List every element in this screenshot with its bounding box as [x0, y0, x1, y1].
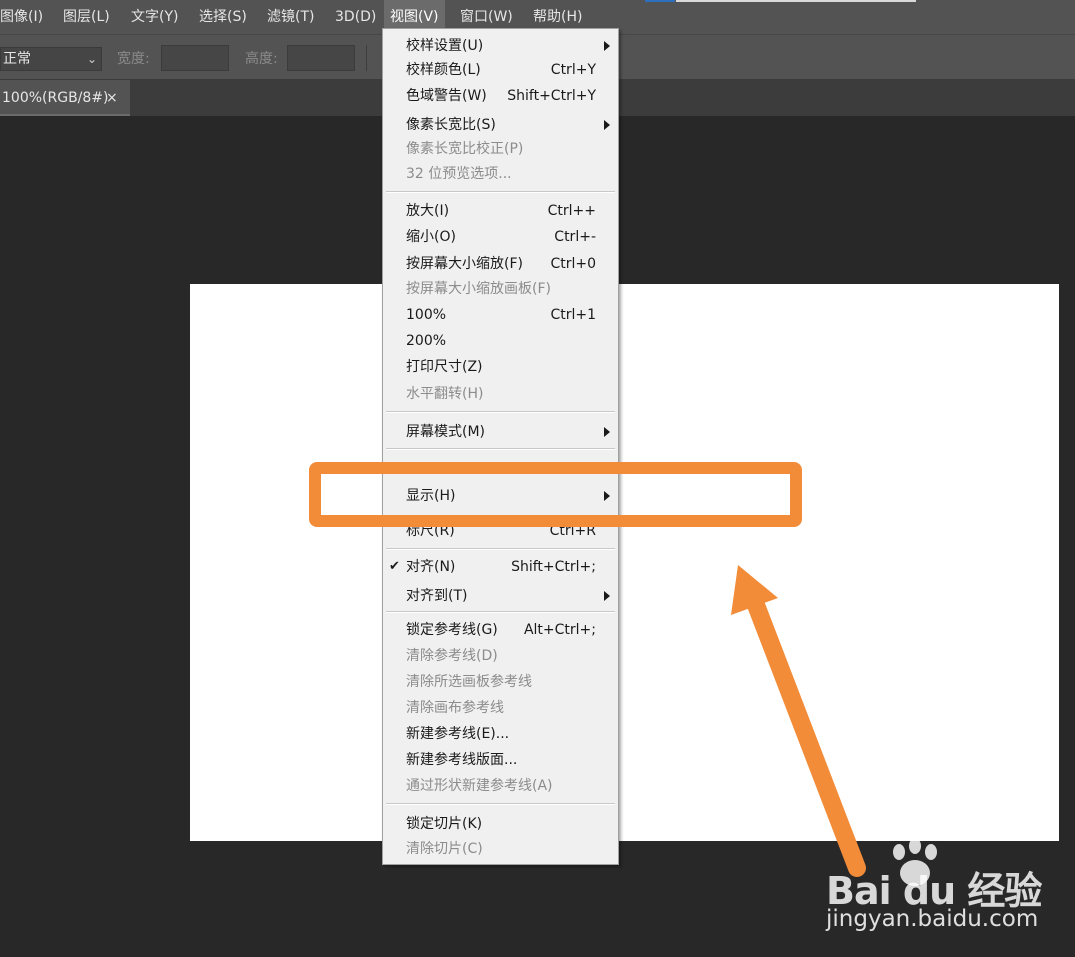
annotation-arrow-shaft [747, 596, 866, 877]
watermark-url: jingyan.baidu.com [826, 906, 1039, 932]
annotation-arrow [731, 565, 866, 877]
